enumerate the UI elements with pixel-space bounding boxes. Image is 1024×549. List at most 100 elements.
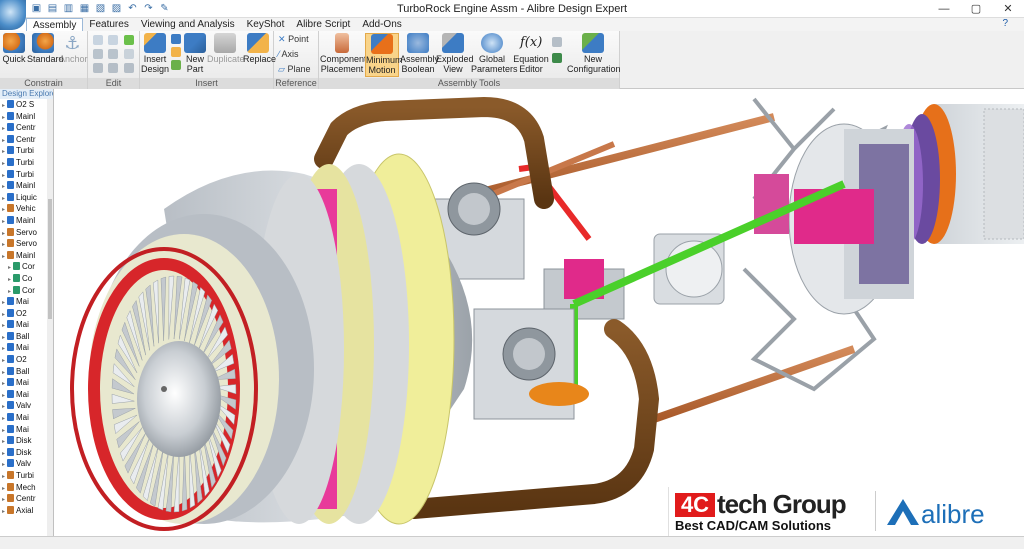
tree-item-label: Vehic: [16, 204, 36, 214]
new-part-icon: [184, 33, 206, 53]
tree-item[interactable]: ▸ Valv: [0, 458, 53, 470]
quick-constrain-button[interactable]: Quick: [2, 33, 26, 64]
part-icon: [7, 320, 14, 329]
equation-editor-icon: f(x): [520, 35, 543, 50]
edit-icon-8[interactable]: [108, 63, 118, 73]
minimum-motion-button[interactable]: Minimum Motion: [365, 33, 403, 77]
replace-button[interactable]: Replace: [243, 33, 276, 64]
assembly-boolean-icon: [407, 33, 429, 53]
tree-item[interactable]: ▸ Turbi: [0, 157, 53, 169]
plane-button[interactable]: ▱ Plane: [278, 64, 310, 75]
insert-small-icon-2[interactable]: [171, 47, 181, 57]
edit-icon-9[interactable]: [124, 63, 134, 73]
tree-item[interactable]: ▸ Cor: [0, 285, 53, 297]
tab-keyshot[interactable]: KeyShot: [241, 18, 291, 31]
equation-editor-button[interactable]: f(x) Equation Editor: [513, 33, 549, 74]
maximize-button[interactable]: ▢: [960, 0, 992, 18]
exploded-view-button[interactable]: Exploded View: [436, 33, 474, 74]
tree-item-label: Ball: [16, 331, 30, 341]
tab-assembly[interactable]: Assembly: [26, 17, 84, 32]
part-icon: [7, 227, 14, 236]
brand-divider: [875, 491, 876, 531]
edit-icon-1[interactable]: [93, 35, 103, 45]
exhaust-nozzle: [895, 104, 1024, 244]
tree-item[interactable]: ▸ Mainl: [0, 215, 53, 227]
tree-item[interactable]: ▸ Mainl: [0, 111, 53, 123]
tree-item[interactable]: ▸ Mai: [0, 342, 53, 354]
tree-item-label: Disk: [16, 447, 32, 457]
standard-constrain-button[interactable]: Standard: [27, 33, 64, 64]
part-icon: [13, 262, 20, 271]
tree-scrollbar[interactable]: [47, 99, 53, 536]
duplicate-button[interactable]: Duplicate: [207, 33, 245, 64]
tab-viewing-analysis[interactable]: Viewing and Analysis: [135, 18, 241, 31]
standard-constrain-icon: [32, 33, 54, 53]
tab-add-ons[interactable]: Add-Ons: [356, 18, 407, 31]
tools-small-icon-1[interactable]: [552, 37, 562, 47]
tree-item[interactable]: ▸ O2 S: [0, 99, 53, 111]
tree-item[interactable]: ▸ Valv: [0, 400, 53, 412]
tree-item[interactable]: ▸ Liquic: [0, 192, 53, 204]
tree-item[interactable]: ▸ Turbi: [0, 169, 53, 181]
tab-alibre-script[interactable]: Alibre Script: [290, 18, 356, 31]
insert-small-icon-3[interactable]: [171, 60, 181, 70]
new-configuration-button[interactable]: New Configuration: [567, 33, 621, 74]
new-part-button[interactable]: New Part: [183, 33, 207, 74]
tree-item[interactable]: ▸ O2: [0, 308, 53, 320]
edit-icon-6[interactable]: [124, 49, 134, 59]
insert-small-icon-1[interactable]: [171, 34, 181, 44]
close-button[interactable]: ✕: [992, 0, 1024, 18]
tree-item[interactable]: ▸ Mech: [0, 482, 53, 494]
anchor-button[interactable]: ⚓ Anchor: [59, 33, 88, 64]
tree-item[interactable]: ▸ Axial: [0, 505, 53, 517]
tree-item[interactable]: ▸ Centr: [0, 122, 53, 134]
tree-item[interactable]: ▸ Turbi: [0, 470, 53, 482]
delete-icon[interactable]: [108, 49, 118, 59]
tree-item[interactable]: ▸ Mai: [0, 377, 53, 389]
tree-item[interactable]: ▸ Cor: [0, 261, 53, 273]
tree-item[interactable]: ▸ Disk: [0, 447, 53, 459]
tree-item[interactable]: ▸ Mainl: [0, 180, 53, 192]
tree-item[interactable]: ▸ Mai: [0, 319, 53, 331]
tree-item[interactable]: ▸ Servo: [0, 238, 53, 250]
group-edit: Edit: [88, 31, 140, 89]
tools-small-icon-2[interactable]: [552, 53, 562, 63]
tree-item[interactable]: ▸ Turbi: [0, 145, 53, 157]
app-menu-button[interactable]: [0, 0, 26, 30]
assembly-boolean-button[interactable]: Assembly Boolean: [400, 33, 439, 74]
insert-design-button[interactable]: Insert Design: [141, 33, 169, 74]
point-button[interactable]: ✕ Point: [278, 34, 309, 45]
tree-item[interactable]: ▸ Ball: [0, 331, 53, 343]
tree-item-label: Mai: [16, 424, 29, 434]
edit-icon-7[interactable]: [93, 63, 103, 73]
tree-item[interactable]: ▸ Mai: [0, 296, 53, 308]
tree-item[interactable]: ▸ O2: [0, 354, 53, 366]
tree-item[interactable]: ▸ Ball: [0, 366, 53, 378]
tree-item[interactable]: ▸ Centr: [0, 134, 53, 146]
tree-item[interactable]: ▸ Co: [0, 273, 53, 285]
tab-features[interactable]: Features: [83, 18, 134, 31]
global-parameters-button[interactable]: Global Parameters: [471, 33, 518, 74]
tree-item[interactable]: ▸ Mai: [0, 412, 53, 424]
tree-item[interactable]: ▸ Vehic: [0, 203, 53, 215]
tree-scroll-thumb[interactable]: [48, 199, 52, 319]
tree-item[interactable]: ▸ Servo: [0, 227, 53, 239]
component-placement-button[interactable]: Component Placement: [320, 33, 367, 74]
group-reference: ✕ Point ⁄ Axis ▱ Plane Reference: [274, 31, 319, 89]
edit-icon-3[interactable]: [124, 35, 134, 45]
minimize-button[interactable]: —: [928, 0, 960, 18]
edit-icon-2[interactable]: [108, 35, 118, 45]
help-button[interactable]: ?: [1002, 18, 1008, 29]
tree-item[interactable]: ▸ Disk: [0, 435, 53, 447]
tree-item-label: Valv: [16, 459, 31, 469]
axis-button[interactable]: ⁄ Axis: [278, 49, 299, 60]
3d-viewport[interactable]: [54, 89, 1024, 536]
part-icon: [7, 111, 14, 120]
tree-item[interactable]: ▸ Mainl: [0, 250, 53, 262]
edit-icon-4[interactable]: [93, 49, 103, 59]
tree-item[interactable]: ▸ Mai: [0, 389, 53, 401]
tree-item[interactable]: ▸ Centr: [0, 493, 53, 505]
component-placement-icon: [335, 33, 349, 53]
tree-item[interactable]: ▸ Mai: [0, 424, 53, 436]
minimum-motion-icon: [371, 34, 393, 54]
